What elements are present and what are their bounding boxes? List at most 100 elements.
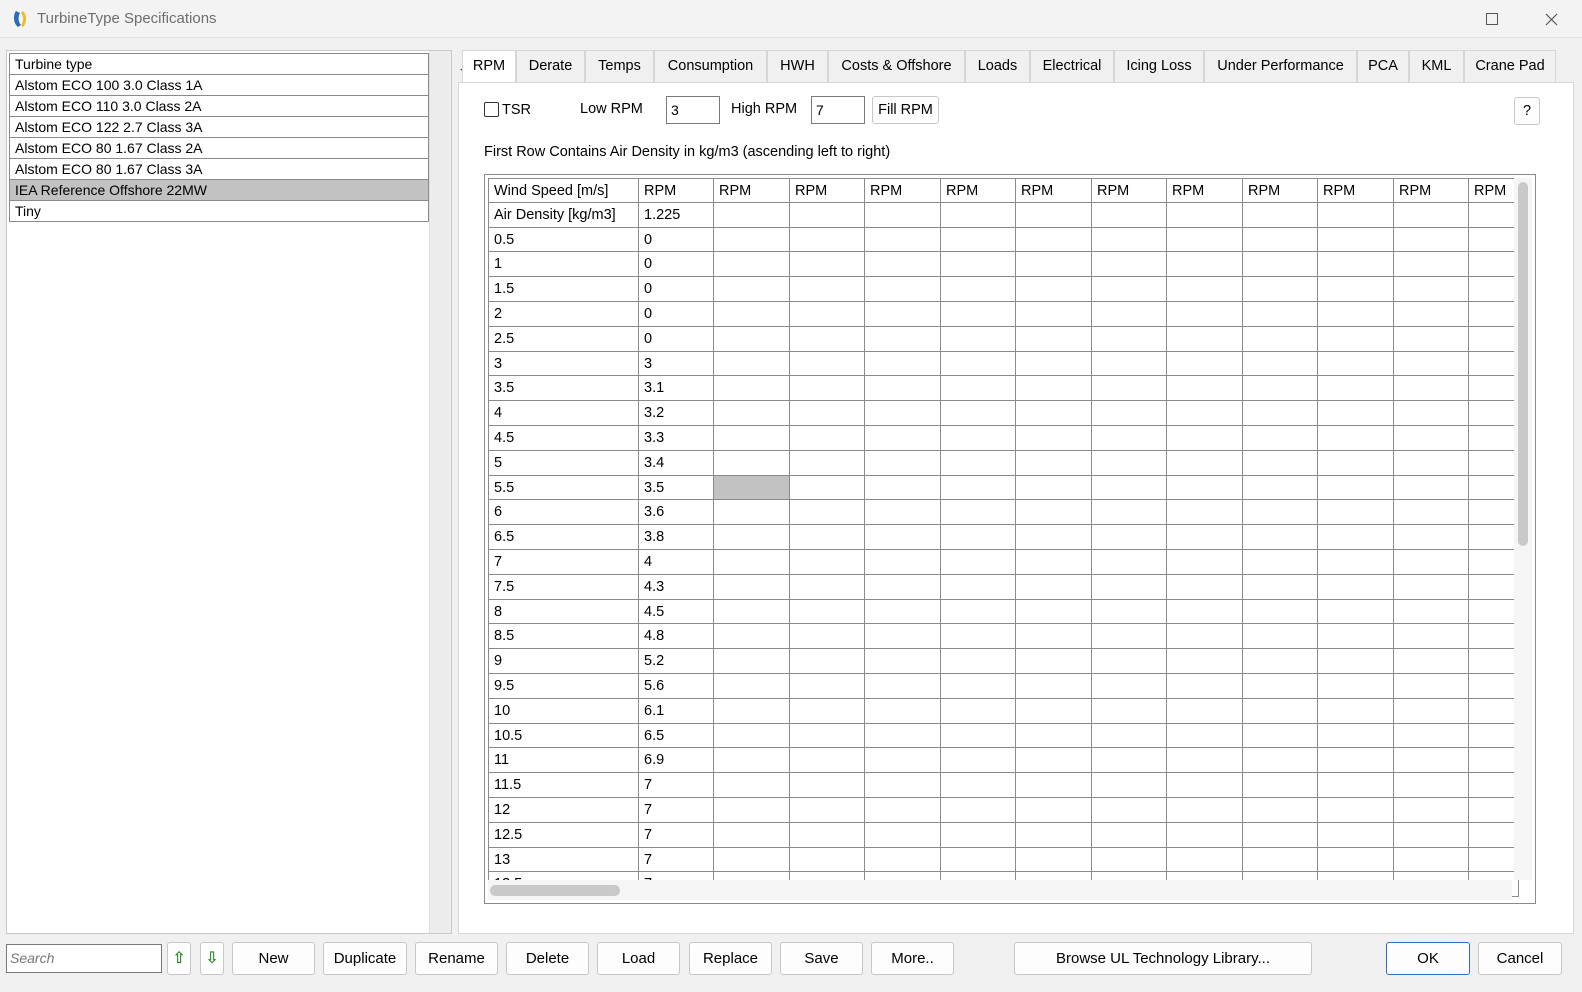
rpm-cell[interactable] (1092, 574, 1167, 600)
rpm-cell[interactable] (1469, 723, 1519, 749)
rpm-cell[interactable] (1092, 748, 1167, 774)
rpm-cell[interactable] (865, 301, 941, 327)
rpm-cell[interactable] (1016, 252, 1092, 278)
rpm-cell[interactable] (865, 773, 941, 798)
rpm-cell[interactable] (1092, 500, 1167, 526)
duplicate-button[interactable]: Duplicate (323, 942, 407, 975)
rpm-cell[interactable] (1092, 549, 1167, 575)
rpm-cell[interactable] (1016, 574, 1092, 600)
rpm-cell[interactable] (1394, 202, 1469, 228)
rpm-cell[interactable] (1092, 277, 1167, 302)
rpm-cell[interactable] (1092, 773, 1167, 798)
rpm-cell[interactable] (1167, 326, 1243, 352)
rpm-cell[interactable] (1469, 376, 1519, 402)
rpm-cell[interactable] (865, 723, 941, 749)
rpm-cell[interactable] (714, 301, 790, 327)
rpm-cell[interactable] (1318, 748, 1394, 774)
rpm-cell[interactable] (1243, 326, 1318, 352)
move-down-icon[interactable]: ⇩ (200, 942, 224, 975)
rpm-cell[interactable] (1469, 500, 1519, 526)
rpm-cell[interactable] (941, 748, 1016, 774)
rpm-cell[interactable] (1243, 599, 1318, 625)
rpm-cell[interactable] (1016, 797, 1092, 823)
rpm-cell[interactable] (714, 574, 790, 600)
rpm-cell[interactable] (941, 773, 1016, 798)
rpm-cell[interactable]: 0 (639, 252, 714, 278)
rpm-cell[interactable] (1092, 723, 1167, 749)
rpm-cell[interactable] (1167, 773, 1243, 798)
grid-column-header[interactable]: RPM (1016, 178, 1092, 203)
rpm-cell[interactable] (1016, 450, 1092, 476)
rpm-cell[interactable] (941, 847, 1016, 873)
rpm-cell[interactable] (1016, 748, 1092, 774)
wind-speed-cell[interactable]: 2 (488, 301, 639, 327)
rpm-cell[interactable] (941, 624, 1016, 650)
rpm-cell[interactable] (714, 673, 790, 699)
rpm-cell[interactable] (1243, 301, 1318, 327)
rpm-cell[interactable] (1318, 475, 1394, 501)
move-up-icon[interactable]: ⇧ (167, 942, 191, 975)
grid-column-header[interactable]: RPM (1318, 178, 1394, 203)
fill-rpm-button[interactable]: Fill RPM (872, 96, 939, 124)
tab-icing-loss[interactable]: Icing Loss (1114, 50, 1204, 82)
rpm-cell[interactable] (1167, 525, 1243, 550)
rpm-cell[interactable] (1318, 698, 1394, 724)
tab-consumption[interactable]: Consumption (654, 50, 767, 82)
rpm-cell[interactable] (1469, 698, 1519, 724)
rpm-cell[interactable] (1318, 202, 1394, 228)
rpm-cell[interactable] (1469, 401, 1519, 426)
wind-speed-cell[interactable]: 0.5 (488, 227, 639, 253)
wind-speed-cell[interactable]: 9.5 (488, 673, 639, 699)
rpm-cell[interactable] (790, 227, 865, 253)
rpm-cell[interactable]: 3.8 (639, 525, 714, 550)
rpm-cell[interactable] (1243, 450, 1318, 476)
rpm-cell[interactable] (1394, 673, 1469, 699)
rpm-cell[interactable] (1318, 599, 1394, 625)
rpm-cell[interactable] (1469, 549, 1519, 575)
rpm-cell[interactable] (1167, 599, 1243, 625)
rpm-cell[interactable] (1167, 797, 1243, 823)
rpm-cell[interactable] (790, 847, 865, 873)
rpm-cell[interactable] (1469, 525, 1519, 550)
grid-column-header[interactable]: RPM (1394, 178, 1469, 203)
rpm-cell[interactable] (865, 748, 941, 774)
rpm-cell[interactable] (1318, 500, 1394, 526)
rpm-cell[interactable] (1469, 202, 1519, 228)
rpm-cell[interactable] (1394, 326, 1469, 352)
rpm-cell[interactable] (1394, 698, 1469, 724)
rpm-cell[interactable] (790, 376, 865, 402)
rpm-cell[interactable] (1394, 797, 1469, 823)
rpm-cell[interactable] (1167, 723, 1243, 749)
rpm-cell[interactable]: 0 (639, 326, 714, 352)
tab-crane-pad[interactable]: Crane Pad (1464, 50, 1556, 82)
turbine-type-item[interactable]: Alstom ECO 80 1.67 Class 2A (9, 138, 429, 159)
rpm-cell[interactable] (790, 326, 865, 352)
rpm-cell[interactable] (1394, 773, 1469, 798)
grid-column-header[interactable]: RPM (1469, 178, 1519, 203)
rpm-cell[interactable] (1469, 252, 1519, 278)
tsr-checkbox[interactable] (484, 102, 499, 117)
maximize-icon[interactable] (1469, 0, 1515, 38)
rpm-cell[interactable] (1243, 723, 1318, 749)
rpm-cell[interactable] (865, 475, 941, 501)
wind-speed-cell[interactable]: 10 (488, 698, 639, 724)
rpm-cell[interactable] (1167, 475, 1243, 501)
rpm-cell[interactable] (1243, 401, 1318, 426)
rpm-cell[interactable] (1318, 227, 1394, 253)
rpm-cell[interactable] (1243, 500, 1318, 526)
rpm-cell[interactable] (865, 500, 941, 526)
rpm-cell[interactable] (1318, 624, 1394, 650)
wind-speed-cell[interactable]: 1 (488, 252, 639, 278)
low-rpm-input[interactable]: 3 (666, 96, 720, 124)
rpm-cell[interactable] (1469, 351, 1519, 377)
rpm-cell[interactable] (1016, 277, 1092, 302)
rpm-cell[interactable] (1469, 301, 1519, 327)
rpm-cell[interactable] (1394, 425, 1469, 451)
rpm-cell[interactable] (1469, 475, 1519, 501)
search-input[interactable]: Search (6, 944, 162, 973)
rpm-cell[interactable] (714, 649, 790, 674)
rpm-cell[interactable] (1394, 450, 1469, 476)
more-button[interactable]: More.. (871, 942, 954, 975)
rpm-cell[interactable] (1469, 847, 1519, 873)
rpm-cell[interactable] (1243, 252, 1318, 278)
